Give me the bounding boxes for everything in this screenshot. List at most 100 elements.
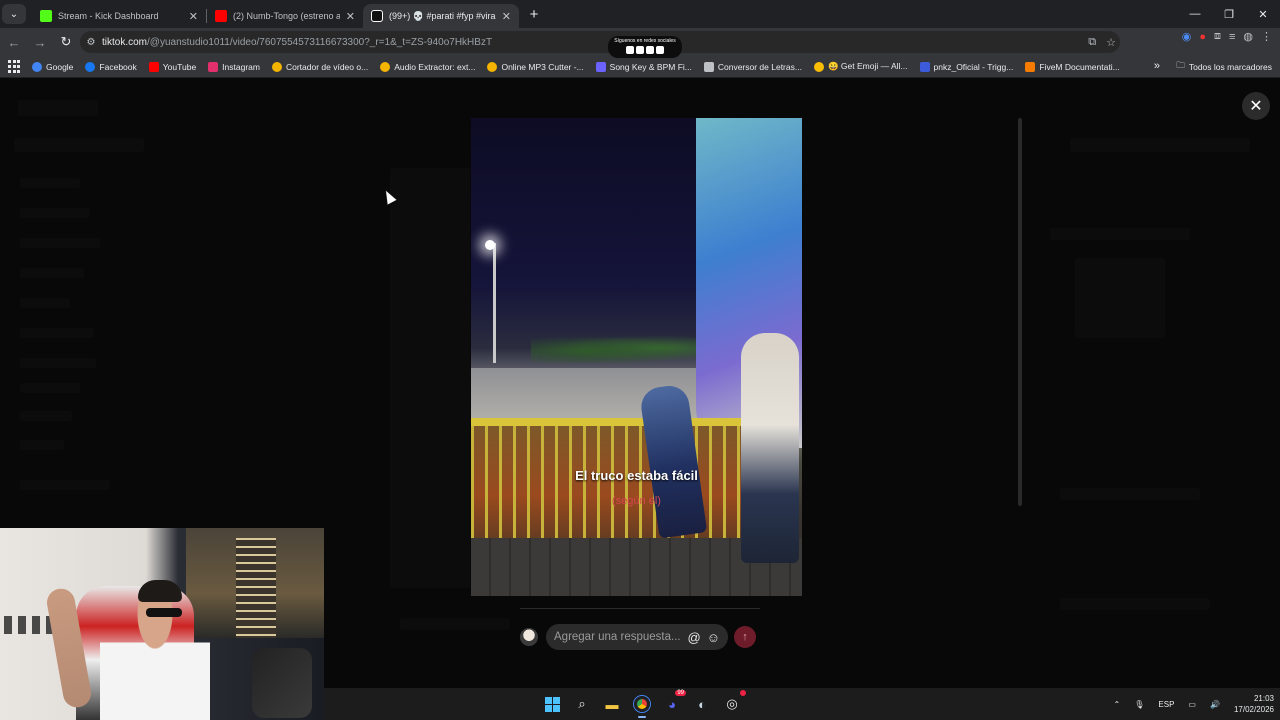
reply-bar: Agregar una respuesta... @ ☺ ↑ [520, 622, 764, 652]
tab-title: (2) Numb-Tongo (estreno a nivel... [233, 11, 340, 21]
install-app-icon[interactable]: ⧉ [1088, 36, 1096, 49]
chrome-icon[interactable] [630, 692, 654, 718]
bookmarks-overflow-icon[interactable]: » [1154, 60, 1160, 72]
tab-youtube[interactable]: (2) Numb-Tongo (estreno a nivel... ✕ [207, 4, 363, 28]
webcam-feed [0, 528, 324, 720]
start-menu-icon[interactable] [540, 692, 564, 716]
profile-avatar[interactable]: ◍ [1243, 30, 1253, 43]
microphone-icon[interactable]: 🎙 [1134, 700, 1144, 709]
extensions-puzzle-icon[interactable]: ⧈ [1214, 30, 1221, 43]
emoji-icon[interactable]: ☺ [707, 630, 720, 645]
user-icon [919, 61, 930, 72]
steam-icon[interactable]: ◐ [690, 692, 714, 716]
bookmark-audio-extractor[interactable]: Audio Extractor: ext... [380, 61, 475, 72]
tab-tiktok[interactable]: (99+) 💀 #parati #fyp #viral #tu... ✕ [363, 4, 519, 28]
google-icon [32, 61, 42, 72]
clock[interactable]: 21:03 17/02/2026 [1234, 693, 1274, 715]
fivem-icon [1025, 61, 1036, 72]
bookmark-get-emoji[interactable]: 😀 Get Emoji — All... [813, 61, 908, 72]
emoji-icon [813, 61, 824, 72]
reply-placeholder: Agregar una respuesta... [554, 631, 681, 643]
youtube-icon [215, 10, 227, 22]
streamer [100, 583, 210, 720]
video-caption-sub: (según el) [612, 495, 661, 507]
street-lamp [485, 240, 495, 250]
close-modal-button[interactable]: ✕ [1242, 92, 1270, 120]
bookmark-conversor[interactable]: Conversor de Letras... [703, 61, 802, 72]
tiktok-icon [371, 10, 383, 22]
search-icon[interactable]: ⌕ [570, 692, 594, 716]
bookmark-pnkz[interactable]: pnkz_Oficial - Trigg... [919, 61, 1013, 72]
tab-kick[interactable]: Stream - Kick Dashboard ✕ [32, 4, 206, 28]
menu-dots-icon[interactable]: ⋮ [1261, 30, 1272, 43]
bookmark-cortador[interactable]: Cortador de vídeo o... [271, 61, 368, 72]
tool-icon [380, 61, 391, 72]
person-standing [741, 333, 799, 563]
video-caption: El truco estaba fácil [575, 468, 698, 483]
send-reply-button[interactable]: ↑ [734, 626, 756, 648]
tab-search-button[interactable]: ⌄ [2, 4, 26, 24]
window-controls: — ❐ ✕ [1178, 0, 1280, 28]
reload-icon[interactable]: ↻ [54, 30, 78, 54]
extensions-area: ◉ ● ⧈ ≡ ◍ ⋮ [1182, 30, 1272, 43]
tool-icon [487, 61, 498, 72]
bookmark-youtube[interactable]: YouTube [148, 61, 196, 72]
bookmark-song-key[interactable]: Song Key & BPM Fi... [595, 61, 692, 72]
bookmarks-bar: Google Facebook YouTube Instagram Cortad… [0, 56, 1280, 78]
file-explorer-icon[interactable]: ▬ [600, 692, 624, 716]
tiktok-icon [646, 46, 654, 54]
close-tab-icon[interactable]: ✕ [502, 10, 511, 23]
comments-scrollbar[interactable] [1018, 118, 1022, 506]
facebook-icon [85, 61, 96, 72]
bookmark-fivem[interactable]: FiveM Documentati... [1025, 61, 1120, 72]
address-bar[interactable]: ⚙ tiktok.com /@yuanstudio1011/video/7607… [80, 31, 1120, 53]
tray-overflow-icon[interactable]: ⌃ [1114, 700, 1121, 709]
avatar [520, 628, 538, 646]
text-icon [703, 61, 714, 72]
mention-icon[interactable]: @ [688, 630, 701, 645]
bookmark-instagram[interactable]: Instagram [208, 61, 260, 72]
minimize-icon[interactable]: — [1178, 0, 1212, 28]
bookmark-facebook[interactable]: Facebook [85, 61, 137, 72]
stream-overlay-socials: Síguenos en redes sociales [608, 36, 682, 58]
discord-icon[interactable]: ◕ 99 [660, 690, 686, 716]
new-tab-button[interactable]: + [523, 3, 545, 25]
forward-icon[interactable]: → [28, 30, 52, 54]
media-control-icon[interactable]: ≡ [1229, 31, 1235, 43]
restore-icon[interactable]: ❐ [1212, 0, 1246, 28]
language-indicator[interactable]: ESP [1158, 700, 1174, 709]
tab-strip: ⌄ Stream - Kick Dashboard ✕ (2) Numb-Ton… [0, 0, 1280, 28]
url-path: /@yuanstudio1011/video/76075545731166733… [147, 36, 493, 48]
microphone [252, 648, 312, 718]
apps-grid-icon[interactable] [8, 59, 22, 74]
volume-icon[interactable]: 🔊 [1210, 700, 1220, 709]
instagram-icon [208, 61, 219, 72]
bookmark-star-icon[interactable]: ☆ [1106, 36, 1116, 49]
close-tab-icon[interactable]: ✕ [346, 10, 355, 23]
bookmark-mp3-cutter[interactable]: Online MP3 Cutter -... [487, 61, 584, 72]
youtube-icon [656, 46, 664, 54]
site-info-icon[interactable]: ⚙ [80, 37, 102, 48]
tab-title: Stream - Kick Dashboard [58, 11, 159, 21]
folder-icon: 🗀 [1176, 60, 1185, 70]
youtube-icon [148, 61, 159, 72]
instagram-icon [636, 46, 644, 54]
divider [520, 608, 760, 609]
tab-title: (99+) 💀 #parati #fyp #viral #tu... [389, 10, 496, 21]
network-icon[interactable]: ▭ [1188, 700, 1196, 709]
close-window-icon[interactable]: ✕ [1246, 0, 1280, 28]
extension-icon[interactable]: ◉ [1182, 30, 1192, 43]
all-bookmarks-folder[interactable]: 🗀 Todos los marcadores [1176, 56, 1272, 78]
reply-input[interactable]: Agregar una respuesta... @ ☺ [546, 624, 728, 650]
x-icon [626, 46, 634, 54]
url-host: tiktok.com [102, 36, 148, 48]
back-icon[interactable]: ← [2, 30, 26, 54]
yellow-fence [471, 418, 771, 548]
obs-icon[interactable]: ◎ [720, 690, 746, 716]
video-player[interactable]: El truco estaba fácil (según el) [471, 118, 802, 596]
tool-icon [271, 61, 282, 72]
extension-icon[interactable]: ● [1199, 31, 1206, 43]
music-icon [595, 61, 606, 72]
bookmark-google[interactable]: Google [32, 61, 73, 72]
close-tab-icon[interactable]: ✕ [189, 10, 198, 23]
